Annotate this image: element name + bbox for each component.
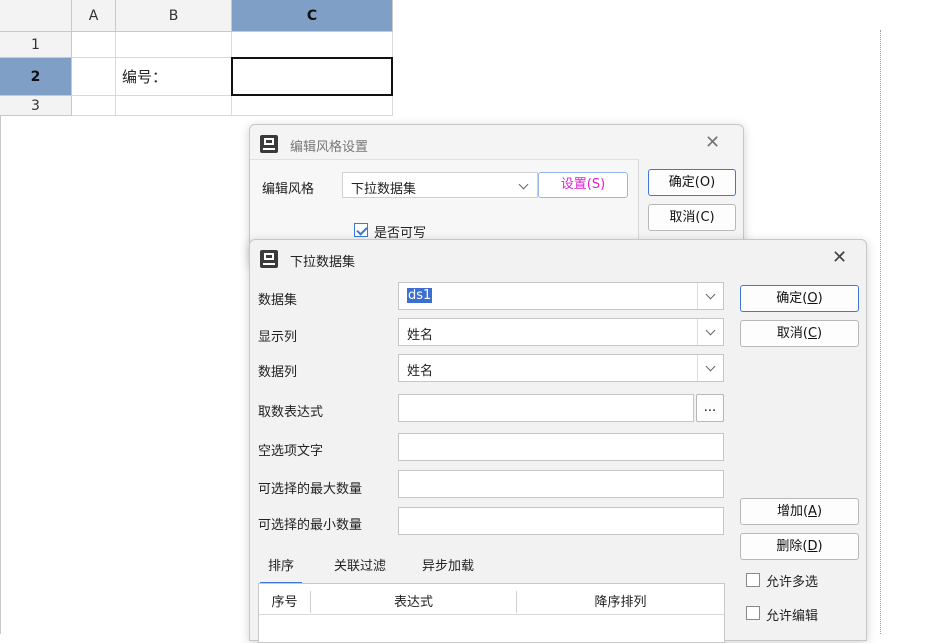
style-ok-button[interactable]: 确定(O) <box>648 169 736 196</box>
delete-button[interactable]: 删除(D) <box>740 533 859 560</box>
cell-b1[interactable] <box>116 32 232 58</box>
edit-style-select-value: 下拉数据集 <box>351 182 417 197</box>
sort-table-header: 序号 表达式 降序排列 <box>259 584 724 615</box>
chevron-down-icon[interactable] <box>697 319 723 345</box>
chevron-down-icon[interactable] <box>697 283 723 309</box>
add-label-suffix: ) <box>816 504 823 519</box>
empty-option-text-label: 空选项文字 <box>258 444 324 459</box>
add-label-prefix: 增加( <box>776 504 809 519</box>
chevron-down-icon[interactable] <box>697 355 723 381</box>
max-selectable-input[interactable] <box>398 470 724 498</box>
writable-checkbox[interactable] <box>354 223 368 237</box>
close-icon[interactable]: ✕ <box>832 249 847 267</box>
column-header-descending[interactable]: 降序排列 <box>517 591 724 613</box>
multi-select-label: 允许多选 <box>766 575 819 590</box>
delete-label-prefix: 删除( <box>776 539 808 554</box>
cell-c2-selected[interactable] <box>231 57 393 96</box>
sheet-left-border <box>0 116 1 634</box>
column-header-index[interactable]: 序号 <box>259 591 311 613</box>
edit-style-select[interactable]: 下拉数据集 <box>342 172 538 198</box>
data-column-value: 姓名 <box>407 364 434 379</box>
display-column-label: 显示列 <box>258 330 298 345</box>
cancel-label-prefix: 取消( <box>776 326 808 341</box>
column-header-expression[interactable]: 表达式 <box>311 591 517 613</box>
tab-related-filter[interactable]: 关联过滤 <box>334 555 386 574</box>
display-column-select[interactable]: 姓名 <box>398 318 724 346</box>
edit-style-label: 编辑风格 <box>262 182 315 197</box>
column-header-b[interactable]: B <box>116 0 232 32</box>
empty-option-text-input[interactable] <box>398 433 724 461</box>
min-selectable-input[interactable] <box>398 507 724 535</box>
cell-b3[interactable] <box>116 96 232 116</box>
chevron-down-icon[interactable] <box>511 173 537 197</box>
ok-mnemonic: O <box>807 291 818 306</box>
column-header-c[interactable]: C <box>232 0 393 32</box>
data-column-select[interactable]: 姓名 <box>398 354 724 382</box>
dropdown-dataset-dialog: 下拉数据集 ✕ 数据集 ds1 显示列 姓名 数据列 姓名 取数表达式 ... … <box>249 239 867 643</box>
dropdown-ok-button[interactable]: 确定(O) <box>740 285 859 312</box>
max-selectable-label: 可选择的最大数量 <box>258 482 363 497</box>
display-column-value: 姓名 <box>407 328 434 343</box>
dropdown-cancel-button[interactable]: 取消(C) <box>740 320 859 347</box>
cell-a2[interactable] <box>72 58 116 96</box>
tab-sort[interactable]: 排序 <box>259 555 303 584</box>
tab-async-load[interactable]: 异步加载 <box>422 555 474 574</box>
expression-label: 取数表达式 <box>258 405 324 420</box>
multi-select-checkbox[interactable] <box>746 573 760 587</box>
column-header-a[interactable]: A <box>72 0 116 32</box>
ok-label-prefix: 确定( <box>776 291 808 306</box>
ok-label-suffix: ) <box>817 291 823 306</box>
app-icon <box>260 135 278 153</box>
cell-c3[interactable] <box>232 96 393 116</box>
expression-input[interactable] <box>398 394 694 422</box>
cell-a1[interactable] <box>72 32 116 58</box>
dataset-select[interactable]: ds1 <box>398 282 724 310</box>
row-header-1[interactable]: 1 <box>0 32 72 58</box>
close-icon[interactable]: ✕ <box>705 134 720 152</box>
delete-mnemonic: D <box>807 539 818 554</box>
add-button[interactable]: 增加(A) <box>740 498 859 525</box>
cell-a3[interactable] <box>72 96 116 116</box>
style-cancel-button[interactable]: 取消(C) <box>648 204 736 231</box>
add-mnemonic: A <box>808 504 817 519</box>
allow-edit-checkbox[interactable] <box>746 606 760 620</box>
allow-edit-label: 允许编辑 <box>766 609 819 624</box>
page-boundary-line <box>880 30 881 634</box>
cancel-label-suffix: ) <box>817 326 823 341</box>
cancel-mnemonic: C <box>807 326 818 341</box>
row-header-3[interactable]: 3 <box>0 96 72 116</box>
dropdown-dialog-title: 下拉数据集 <box>290 255 356 270</box>
select-all-corner[interactable] <box>0 0 72 32</box>
cell-c1[interactable] <box>232 32 393 58</box>
dataset-select-value: ds1 <box>407 288 433 303</box>
sort-table: 序号 表达式 降序排列 <box>258 583 725 643</box>
delete-label-suffix: ) <box>817 539 823 554</box>
edit-style-dialog-title: 编辑风格设置 <box>290 140 369 155</box>
settings-button[interactable]: 设置(S) <box>538 172 628 198</box>
min-selectable-label: 可选择的最小数量 <box>258 518 363 533</box>
data-column-label: 数据列 <box>258 365 298 380</box>
dataset-selected-text: ds1 <box>407 288 433 303</box>
expression-browse-button[interactable]: ... <box>696 394 724 422</box>
row-header-2[interactable]: 2 <box>0 58 72 96</box>
app-icon <box>260 250 278 268</box>
dataset-label: 数据集 <box>258 293 298 308</box>
cell-b2[interactable]: 编号： <box>116 58 232 96</box>
